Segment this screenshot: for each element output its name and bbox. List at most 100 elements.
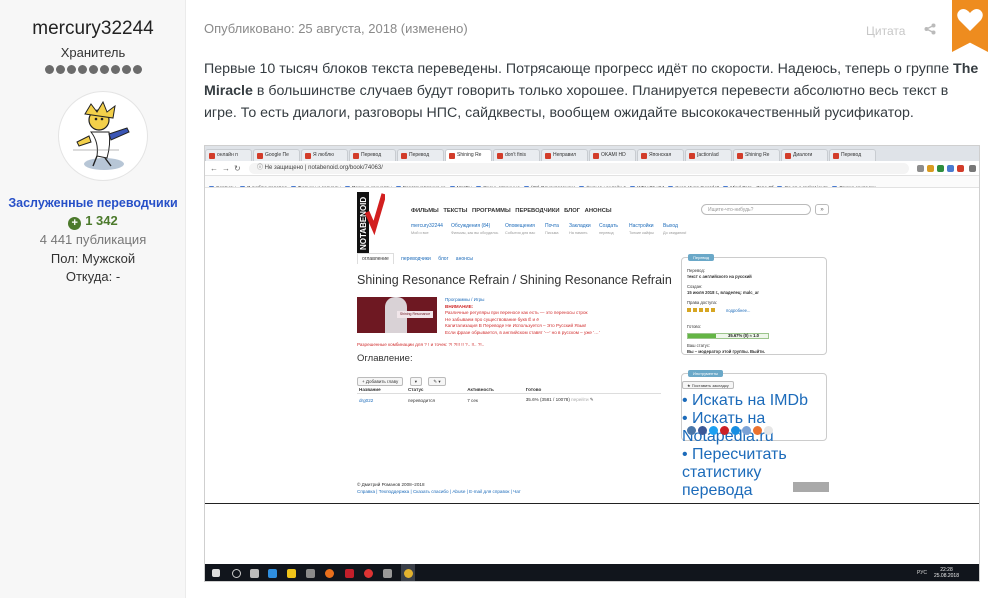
- store-icon[interactable]: [306, 569, 315, 578]
- box-line: Создан:: [687, 284, 703, 289]
- site-menu[interactable]: ФИЛЬМЫ ТЕКСТЫ ПРОГРАММЫ ПЕРЕВОДЧИКИ БЛОГ…: [411, 208, 612, 214]
- share-icon[interactable]: [924, 22, 936, 40]
- pinterest-icon[interactable]: [720, 426, 729, 435]
- site-sublink[interactable]: Почта Письма: [545, 223, 559, 237]
- book-cover: Shining Resonance: [357, 297, 437, 333]
- twitter-icon[interactable]: [709, 426, 718, 435]
- forward-icon[interactable]: →: [222, 164, 230, 173]
- browser-tab[interactable]: Неправил: [541, 149, 588, 161]
- bookmark-item[interactable]: фильмы онлайн в: [579, 183, 626, 187]
- site-search-input[interactable]: Ищите-что-нибудь?: [701, 204, 811, 215]
- folder-icon[interactable]: [287, 569, 296, 578]
- tab-translators[interactable]: переводчики: [401, 256, 431, 262]
- facebook-icon[interactable]: [698, 426, 707, 435]
- bookmark-item[interactable]: Xuan-Yuan Sword III: [668, 183, 719, 187]
- quote-button[interactable]: Цитата: [866, 24, 905, 38]
- windows-taskbar: РУС 22:28 25.08.2018: [205, 564, 979, 581]
- menu-icon[interactable]: [969, 165, 976, 172]
- tool-link[interactable]: • Искать на IMDb: [682, 392, 826, 410]
- bookmark-item[interactable]: Восстановление за: [395, 183, 446, 187]
- tab-contents[interactable]: оглавление: [357, 253, 394, 264]
- address-bar[interactable]: ⓘ Не защищено | notabenoid.org/book/7406…: [249, 163, 909, 174]
- browser-tab[interactable]: Японская: [637, 149, 684, 161]
- app-icon[interactable]: [345, 569, 354, 578]
- lj-icon[interactable]: [742, 426, 751, 435]
- chapter-activity: 7 сек: [467, 397, 478, 403]
- browser-tab[interactable]: Shining Re: [445, 149, 492, 161]
- star-icon[interactable]: [917, 165, 924, 172]
- language-indicator[interactable]: РУС: [917, 570, 927, 576]
- bookmark-item[interactable]: Сервисы: [209, 183, 236, 187]
- table-row[interactable]: drg022 переводится 7 сек 35.6% (3581 / 1…: [357, 394, 661, 407]
- site-sublink[interactable]: Создать перевод: [599, 223, 618, 237]
- bookmark-item[interactable]: Другие закладки: [831, 183, 876, 187]
- site-sublink[interactable]: mercury32244 Мой и все: [411, 223, 443, 237]
- shield-icon[interactable]: [937, 165, 944, 172]
- post-meta[interactable]: Опубликовано: 25 августа, 2018 (изменено…: [204, 21, 468, 36]
- extension-icon[interactable]: [927, 165, 934, 172]
- site-sublink[interactable]: Выход До свидания!: [663, 223, 686, 237]
- bookmark-item[interactable]: Полные концерты: [344, 183, 392, 187]
- app-icon[interactable]: [325, 569, 334, 578]
- vk-icon[interactable]: [687, 426, 696, 435]
- post-count: 4 441 публикация: [39, 232, 147, 247]
- browser-tab[interactable]: Диалоги: [781, 149, 828, 161]
- search-icon[interactable]: [232, 569, 241, 578]
- permissions-link[interactable]: подробнее...: [726, 308, 750, 314]
- ok-icon[interactable]: [753, 426, 762, 435]
- site-sublink[interactable]: Обсуждения (84) Фильмы, как вы обсудилсь: [451, 223, 498, 237]
- avatar[interactable]: [58, 91, 148, 181]
- bookmark-icon: [239, 186, 245, 187]
- browser-tab[interactable]: [action/ad: [685, 149, 732, 161]
- like-ribbon[interactable]: [952, 0, 988, 52]
- notabenoid-logo[interactable]: NOTABENOID: [357, 192, 385, 254]
- bookmark-item[interactable]: Mind Zero - Zone Of: [723, 183, 773, 187]
- app-icon[interactable]: [383, 569, 392, 578]
- task-view-icon[interactable]: [250, 569, 259, 578]
- url-text: notabenoid.org/book/74063/: [308, 165, 383, 171]
- bookmark-item[interactable]: Я люблю перевод: [239, 183, 287, 187]
- windows-start-icon[interactable]: [212, 569, 220, 577]
- chapter-action[interactable]: перейти: [571, 397, 588, 402]
- bookmark-item[interactable]: МатРы: [449, 183, 472, 187]
- browser-tab[interactable]: Shining Re: [733, 149, 780, 161]
- extension-icon[interactable]: [947, 165, 954, 172]
- tab-favicon: [401, 153, 407, 159]
- chapter-link[interactable]: drg022: [357, 394, 406, 407]
- clock[interactable]: 22:28 25.08.2018: [934, 567, 959, 579]
- bookmark-item[interactable]: Фильмы и сериалы: [290, 183, 341, 187]
- footer-links[interactable]: Справка | Техподдержка | Сказать спасибо…: [357, 489, 521, 496]
- browser-tab[interactable]: Перевод: [397, 149, 444, 161]
- reload-icon[interactable]: ↻: [234, 164, 241, 173]
- bookmark-item[interactable]: Очень странные: [476, 183, 520, 187]
- bookmark-item[interactable]: (28) Одноклассники: [523, 183, 575, 187]
- app-icon[interactable]: [364, 569, 373, 578]
- browser-tab[interactable]: Перевод: [349, 149, 396, 161]
- edge-icon[interactable]: [268, 569, 277, 578]
- extension-icon[interactable]: [957, 165, 964, 172]
- browser-tab[interactable]: Перевод: [829, 149, 876, 161]
- browser-tab[interactable]: Я люблю: [301, 149, 348, 161]
- site-search-button[interactable]: »: [815, 204, 829, 215]
- book-category[interactable]: Программы / Игры: [445, 297, 685, 304]
- bookmark-item[interactable]: WFI x86-x64: [630, 183, 664, 187]
- tab-announcements[interactable]: анонсы: [456, 256, 473, 262]
- add-chapter-button[interactable]: + Добавить главу: [357, 377, 404, 386]
- browser-tab[interactable]: онлайн п: [205, 149, 252, 161]
- tab-blog[interactable]: блог: [438, 256, 448, 262]
- browser-tab[interactable]: OKAMI HD: [589, 149, 636, 161]
- dropdown-button[interactable]: ▾: [409, 377, 422, 386]
- tab-favicon: [449, 153, 455, 159]
- browser-tab[interactable]: Google Пе: [253, 149, 300, 161]
- author-name[interactable]: mercury32244: [0, 18, 186, 40]
- wrench-icon[interactable]: ✎ ▾: [428, 377, 446, 386]
- site-sublink[interactable]: Оповещения События для вас: [505, 223, 535, 237]
- browser-tab[interactable]: don't finis: [493, 149, 540, 161]
- author-group[interactable]: Заслуженные переводчики: [0, 196, 186, 210]
- site-sublink[interactable]: Настройки Тонкие кайфы: [629, 223, 654, 237]
- post-screenshot[interactable]: онлайн п Google Пе Я люблю Перевод Перевод Sh…: [204, 145, 980, 582]
- mail-icon[interactable]: [731, 426, 740, 435]
- bookmark-item[interactable]: Go on a rocket journ: [777, 183, 828, 187]
- site-sublink[interactable]: Закладки На память: [569, 223, 591, 237]
- back-icon[interactable]: ←: [210, 164, 218, 173]
